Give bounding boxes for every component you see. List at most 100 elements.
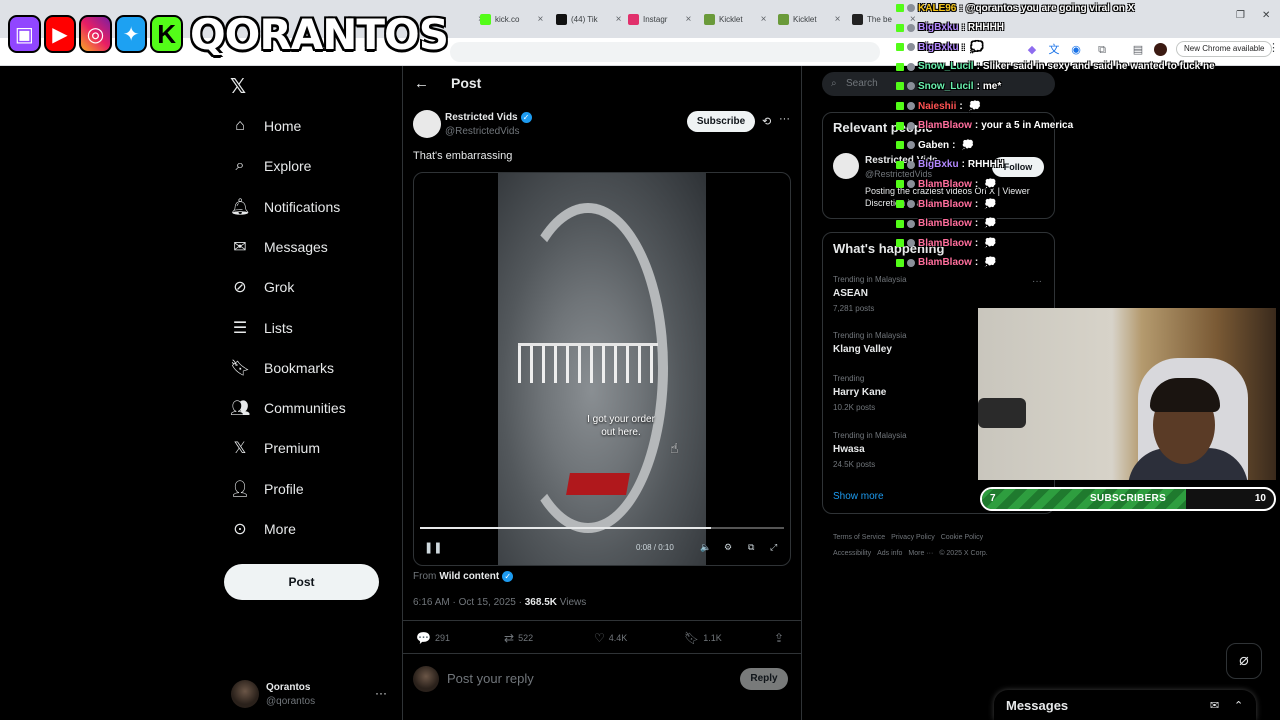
trend-name[interactable]: Hwasa: [833, 444, 865, 455]
account-avatar[interactable]: [231, 680, 259, 708]
like-action[interactable]: ♡ 4.4K: [594, 631, 627, 645]
trend-name[interactable]: ASEAN: [833, 288, 868, 299]
footer-link[interactable]: Cookie Policy: [941, 534, 983, 541]
author-avatar[interactable]: [413, 110, 441, 138]
trend-category: Trending in Malaysia: [833, 275, 907, 284]
post-more-icon[interactable]: ···: [779, 113, 790, 125]
grok-explain-icon[interactable]: ⟲: [762, 115, 771, 128]
close-window-icon[interactable]: ✕: [1262, 10, 1270, 21]
cast-icon[interactable]: ◉: [1070, 44, 1082, 56]
chat-username[interactable]: BlamBlaow: [918, 120, 972, 131]
bookmark-action[interactable]: 🔖︎ 1.1K: [684, 631, 722, 645]
search-icon: ⌕: [831, 78, 837, 89]
sidebar-item-profile[interactable]: 👤︎ Profile: [230, 474, 304, 504]
sidebar-item-label: Profile: [264, 480, 304, 497]
browser-tab[interactable]: Kicklet ×: [704, 8, 766, 30]
tab-close-icon[interactable]: ×: [537, 14, 543, 25]
chat-username[interactable]: BigBxku: [918, 22, 959, 33]
chat-username[interactable]: KALE96: [918, 3, 956, 14]
source-verified-icon: ✓: [502, 571, 514, 582]
trend-name[interactable]: Klang Valley: [833, 344, 892, 355]
footer-link[interactable]: Terms of Service: [833, 534, 885, 541]
tab-close-icon[interactable]: ×: [761, 14, 767, 25]
compose-post-button[interactable]: Post: [224, 564, 379, 600]
chat-username[interactable]: Snow_Lucil: [918, 81, 974, 92]
fullscreen-icon[interactable]: ⤢: [770, 542, 777, 553]
puzzle-icon[interactable]: ⧉: [1096, 44, 1108, 56]
expand-icon[interactable]: ⌃: [1234, 699, 1243, 712]
sidebar-item-premium[interactable]: 𝕏 Premium: [230, 433, 320, 463]
video-frame-image[interactable]: I got your order out here.: [498, 173, 706, 565]
pause-icon[interactable]: ❚❚: [424, 541, 442, 554]
translate-icon[interactable]: 文: [1048, 44, 1060, 56]
video-progress-bar[interactable]: [420, 527, 784, 529]
chrome-menu-icon[interactable]: ⋮: [1268, 41, 1279, 54]
reply-button[interactable]: Reply: [740, 668, 788, 690]
sidebar-item-explore[interactable]: ⌕ Explore: [230, 151, 312, 181]
reply-input[interactable]: Post your reply: [447, 671, 534, 686]
chat-username[interactable]: BlamBlaow: [918, 257, 972, 268]
sidebar-item-bookmarks[interactable]: 🔖︎ Bookmarks: [230, 353, 334, 383]
show-more-link[interactable]: Show more: [833, 491, 884, 502]
relevant-avatar[interactable]: [833, 153, 859, 179]
browser-tab[interactable]: (44) Tik ×: [556, 8, 622, 30]
trend-name[interactable]: Harry Kane: [833, 387, 886, 398]
chrome-profile-avatar[interactable]: [1154, 43, 1167, 56]
chat-username[interactable]: BlamBlaow: [918, 199, 972, 210]
chat-username[interactable]: BlamBlaow: [918, 238, 972, 249]
sidebar-item-grok[interactable]: ⊘ Grok: [230, 272, 294, 302]
restore-window-icon[interactable]: ❐: [1236, 10, 1245, 21]
x-icon: 𝕏: [233, 440, 247, 458]
settings-icon[interactable]: ⚙: [724, 542, 732, 553]
chat-username[interactable]: BlamBlaow: [918, 218, 972, 229]
repost-action[interactable]: ⇄ 522: [504, 631, 533, 645]
browser-tab[interactable]: Instagr ×: [628, 8, 691, 30]
chat-username[interactable]: BigBxku: [918, 159, 959, 170]
pip-icon[interactable]: ⧉: [748, 542, 754, 553]
chrome-update-button[interactable]: New Chrome available: [1176, 41, 1273, 57]
footer-link[interactable]: © 2025 X Corp.: [939, 550, 987, 557]
tab-close-icon[interactable]: ×: [835, 14, 841, 25]
sidebar-item-lists[interactable]: ☰ Lists: [230, 313, 293, 343]
chat-username[interactable]: BlamBlaow: [918, 179, 972, 190]
share-action[interactable]: ⇪: [774, 631, 784, 645]
author-handle[interactable]: @RestrictedVids: [445, 126, 519, 137]
tab-close-icon[interactable]: ×: [685, 14, 691, 25]
volume-icon[interactable]: 🔈: [700, 542, 711, 553]
author-name[interactable]: Restricted Vids: [445, 112, 518, 123]
messages-dock[interactable]: Messages ✉ ⌃: [994, 690, 1256, 720]
address-bar[interactable]: [450, 42, 880, 62]
source-name[interactable]: Wild content: [439, 571, 499, 582]
sidebar-item-home[interactable]: ⌂ Home: [230, 111, 301, 141]
subscribe-button[interactable]: Subscribe: [687, 111, 755, 132]
sidebar-item-communities[interactable]: 👥︎ Communities: [230, 393, 346, 423]
sidebar-item-messages[interactable]: ✉ Messages: [230, 232, 328, 262]
x-logo-icon[interactable]: 𝕏: [230, 74, 246, 99]
browser-tab[interactable]: kick.co ×: [480, 8, 543, 30]
sidebar-item-notifications[interactable]: 🔔︎ Notifications: [230, 192, 340, 222]
extension-icon[interactable]: ◆: [1026, 44, 1038, 56]
back-arrow-icon[interactable]: ←: [414, 75, 429, 92]
footer-link[interactable]: Privacy Policy: [891, 534, 935, 541]
reply-action[interactable]: 💬 291: [416, 631, 450, 645]
trend-more-icon[interactable]: ···: [1032, 276, 1042, 287]
video-player[interactable]: I got your order out here. ❚❚ 0:08 / 0:1…: [413, 172, 791, 566]
browser-tab[interactable]: Kicklet ×: [778, 8, 840, 30]
tab-close-icon[interactable]: ×: [616, 14, 622, 25]
grok-button-icon[interactable]: ⌀: [1226, 643, 1262, 679]
sidepanel-icon[interactable]: ▤: [1132, 44, 1144, 56]
account-name: Qorantos: [266, 682, 311, 693]
chat-username[interactable]: Gaben: [918, 140, 949, 151]
sidebar-item-more[interactable]: ⊙ More: [230, 514, 296, 544]
footer-link[interactable]: Ads info: [877, 550, 902, 557]
footer-link[interactable]: Accessibility: [833, 550, 871, 557]
chat-username[interactable]: Naieshii: [918, 101, 956, 112]
account-more-icon[interactable]: ···: [375, 686, 387, 700]
footer-link[interactable]: More ···: [908, 550, 933, 557]
author-name-row[interactable]: Restricted Vids ✓: [445, 112, 532, 123]
kick-badge-icon: [896, 4, 904, 12]
chat-username[interactable]: Snow_Lucil: [918, 61, 974, 72]
new-message-icon[interactable]: ✉: [1210, 699, 1219, 712]
chat-username[interactable]: BigBxku: [918, 42, 959, 53]
post-time[interactable]: 6:16 AM · Oct 15, 2025 ·: [413, 597, 522, 608]
